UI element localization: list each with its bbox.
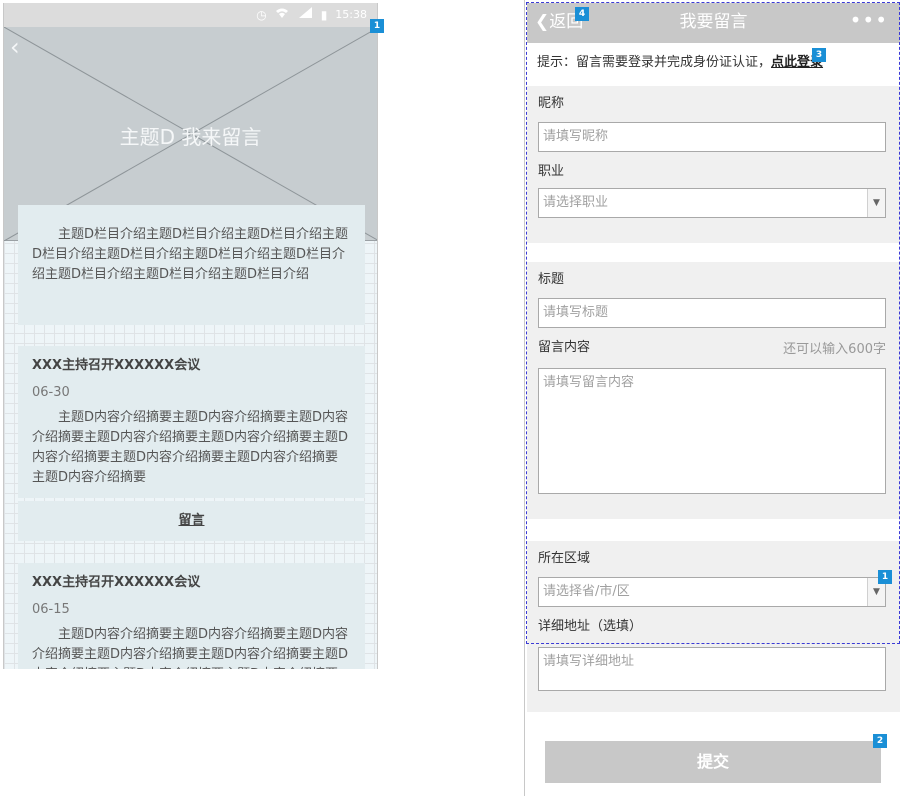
status-time: 15:38 bbox=[335, 8, 367, 21]
address-input[interactable]: 请填写详细地址 bbox=[538, 647, 886, 691]
tip-text: 提示：留言需要登录并完成身份证认证， bbox=[537, 55, 772, 70]
back-chevron-icon[interactable]: ‹ bbox=[10, 35, 20, 59]
news-title: XXX主持召开XXXXXX会议 bbox=[32, 575, 201, 590]
job-select[interactable]: 请选择职业 ▼ bbox=[538, 188, 886, 218]
battery-icon: ▮ bbox=[320, 7, 328, 22]
news-body: 主题D内容介绍摘要主题D内容介绍摘要主题D内容介绍摘要主题D内容介绍摘要主题D内… bbox=[32, 627, 349, 669]
profile-section: 昵称 请填写昵称 职业 请选择职业 ▼ bbox=[527, 86, 900, 243]
list-screen: ◷ ▮ 15:38 ‹ 主题D 我来留言 主题D栏目介绍主题D栏目介绍主题D栏目… bbox=[3, 3, 378, 669]
region-select-value: 请选择省/市/区 bbox=[543, 584, 630, 599]
nickname-label: 昵称 bbox=[538, 96, 565, 111]
news-date: 06-15 bbox=[32, 602, 70, 617]
signal-icon bbox=[297, 7, 313, 22]
title-input[interactable]: 请填写标题 bbox=[538, 298, 886, 328]
content-textarea[interactable]: 请填写留言内容 bbox=[538, 368, 886, 494]
title-label: 标题 bbox=[538, 272, 565, 287]
annotation-badge: 2 bbox=[873, 734, 887, 748]
reply-link[interactable]: 留言 bbox=[18, 501, 365, 541]
alarm-icon: ◷ bbox=[256, 7, 267, 22]
wifi-icon bbox=[275, 7, 289, 22]
job-label: 职业 bbox=[538, 164, 565, 179]
address-label: 详细地址（选填） bbox=[538, 619, 643, 634]
news-title: XXX主持召开XXXXXX会议 bbox=[32, 358, 201, 373]
login-tip: 提示：留言需要登录并完成身份证认证，点此登录 bbox=[537, 54, 823, 72]
status-bar: ◷ ▮ 15:38 bbox=[4, 3, 377, 27]
dropdown-arrow-icon[interactable]: ▼ bbox=[867, 189, 885, 217]
news-body: 主题D内容介绍摘要主题D内容介绍摘要主题D内容介绍摘要主题D内容介绍摘要主题D内… bbox=[32, 410, 349, 485]
char-counter: 还可以输入600字 bbox=[783, 342, 886, 357]
region-label: 所在区域 bbox=[538, 551, 591, 566]
message-section: 标题 请填写标题 留言内容 还可以输入600字 请填写留言内容 bbox=[527, 262, 900, 519]
annotation-badge: 1 bbox=[370, 19, 384, 33]
news-card[interactable]: XXX主持召开XXXXXX会议 06-30 主题D内容介绍摘要主题D内容介绍摘要… bbox=[18, 346, 365, 498]
news-card[interactable]: XXX主持召开XXXXXX会议 06-15 主题D内容介绍摘要主题D内容介绍摘要… bbox=[18, 563, 365, 669]
annotation-badge: 3 bbox=[812, 48, 826, 62]
content-label: 留言内容 bbox=[538, 340, 591, 355]
region-select[interactable]: 请选择省/市/区 ▼ bbox=[538, 577, 886, 607]
intro-card: 主题D栏目介绍主题D栏目介绍主题D栏目介绍主题D栏目介绍主题D栏目介绍主题D栏目… bbox=[18, 205, 365, 325]
intro-text: 主题D栏目介绍主题D栏目介绍主题D栏目介绍主题D栏目介绍主题D栏目介绍主题D栏目… bbox=[32, 227, 349, 282]
annotation-badge: 4 bbox=[575, 7, 589, 21]
more-icon[interactable]: ••• bbox=[850, 9, 888, 31]
submit-button[interactable]: 提交 bbox=[545, 741, 881, 783]
annotation-badge: 1 bbox=[878, 570, 892, 584]
news-date: 06-30 bbox=[32, 385, 70, 400]
job-select-value: 请选择职业 bbox=[543, 195, 609, 210]
region-section: 所在区域 请选择省/市/区 ▼ 详细地址（选填） 请填写详细地址 bbox=[527, 541, 900, 712]
nickname-input[interactable]: 请填写昵称 bbox=[538, 122, 886, 152]
message-form-screen: ❮返回 我要留言 ••• 提示：留言需要登录并完成身份证认证，点此登录 昵称 请… bbox=[524, 0, 900, 796]
hero-title: 主题D 我来留言 bbox=[119, 125, 262, 149]
